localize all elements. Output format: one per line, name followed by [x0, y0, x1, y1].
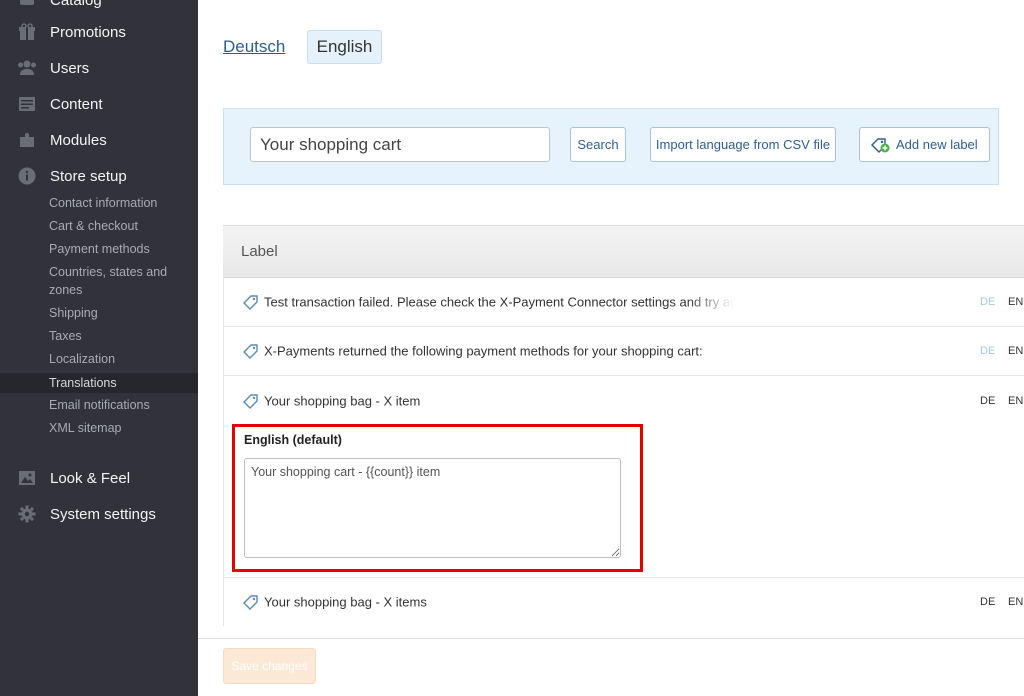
table-row[interactable]: X-Payments returned the following paymen… [223, 327, 1024, 376]
table-row[interactable]: Test transaction failed. Please check th… [223, 278, 1024, 327]
sidebar-subitem-taxes[interactable]: Taxes [0, 327, 198, 345]
row-label: Your shopping bag - X item [264, 393, 421, 408]
table-row-expanded[interactable]: Your shopping bag - X item DE EN [223, 376, 1024, 425]
row-label: Test transaction failed. Please check th… [264, 294, 734, 310]
lang-code-de[interactable]: DE [980, 395, 995, 407]
tag-icon [242, 294, 260, 310]
gift-icon [17, 23, 37, 41]
lang-code-de[interactable]: DE [980, 296, 995, 308]
search-button[interactable]: Search [570, 127, 626, 162]
tag-icon [242, 393, 260, 409]
sidebar-subitem-countries[interactable]: Countries, states and zones [0, 263, 198, 299]
sidebar-subitem-payment-methods[interactable]: Payment methods [0, 240, 198, 258]
users-icon [17, 59, 37, 77]
editor-language-label: English (default) [244, 433, 342, 447]
language-tab-english[interactable]: English [307, 30, 382, 64]
add-new-label-text: Add new label [896, 137, 978, 152]
footer-divider [198, 638, 1024, 639]
lang-code-en[interactable]: EN [1008, 596, 1023, 608]
sidebar-item-label: Look & Feel [50, 469, 131, 487]
sidebar-item-users[interactable]: Users [0, 50, 198, 86]
puzzle-icon [17, 131, 37, 149]
lang-code-en[interactable]: EN [1008, 395, 1023, 407]
row-label: Your shopping bag - X items [264, 594, 427, 610]
sidebar-item-label: Promotions [50, 23, 126, 41]
sidebar-item-content[interactable]: Content [0, 86, 198, 122]
column-header-label: Label [241, 243, 278, 260]
translation-textarea[interactable]: Your shopping cart - {{count}} item [244, 458, 621, 558]
sidebar-item-look-feel[interactable]: Look & Feel [0, 460, 198, 496]
sidebar-subitem-cart-checkout[interactable]: Cart & checkout [0, 217, 198, 235]
table-header: Label [223, 225, 1024, 278]
language-tab-deutsch[interactable]: Deutsch [223, 37, 285, 57]
sidebar-item-label: Modules [50, 131, 107, 149]
sidebar-item-label: Content [50, 95, 103, 113]
sidebar-subitem-localization[interactable]: Localization [0, 350, 198, 368]
sidebar-subitem-translations[interactable]: Translations [0, 373, 198, 393]
sidebar-item-label: Catalog [50, 0, 102, 9]
save-changes-button[interactable]: Save changes [223, 648, 316, 684]
add-new-label-button[interactable]: Add new label [859, 127, 990, 162]
table-row[interactable]: Your shopping bag - X items DE EN [223, 578, 1024, 626]
image-icon [17, 469, 37, 487]
sidebar-item-modules[interactable]: Modules [0, 122, 198, 158]
lang-code-en[interactable]: EN [1008, 296, 1023, 308]
sidebar: Catalog Promotions Users Content Modules… [0, 0, 198, 696]
sidebar-subitem-shipping[interactable]: Shipping [0, 304, 198, 322]
lang-code-de[interactable]: DE [980, 345, 995, 357]
import-csv-button[interactable]: Import language from CSV file [650, 127, 836, 162]
sidebar-subitem-contact-information[interactable]: Contact information [0, 194, 198, 212]
sidebar-subitem-xml-sitemap[interactable]: XML sitemap [0, 419, 198, 437]
tag-icon [242, 343, 260, 359]
gear-icon [17, 505, 37, 523]
search-input[interactable] [250, 127, 550, 162]
add-label-icon [870, 137, 890, 153]
content-icon [17, 95, 37, 113]
row-label: X-Payments returned the following paymen… [264, 343, 703, 359]
sidebar-item-label: Users [50, 59, 90, 77]
lang-code-de[interactable]: DE [980, 596, 995, 608]
sidebar-item-promotions[interactable]: Promotions [0, 14, 198, 50]
sidebar-item-system-settings[interactable]: System settings [0, 496, 198, 532]
lang-code-en[interactable]: EN [1008, 345, 1023, 357]
tag-icon [242, 594, 260, 610]
info-icon [17, 167, 37, 185]
sidebar-item-label: System settings [50, 505, 156, 523]
sidebar-item-store-setup[interactable]: Store setup [0, 158, 198, 194]
sidebar-item-label: Store setup [50, 167, 127, 185]
catalog-icon [17, 0, 37, 9]
sidebar-subitem-email-notifications[interactable]: Email notifications [0, 396, 198, 414]
